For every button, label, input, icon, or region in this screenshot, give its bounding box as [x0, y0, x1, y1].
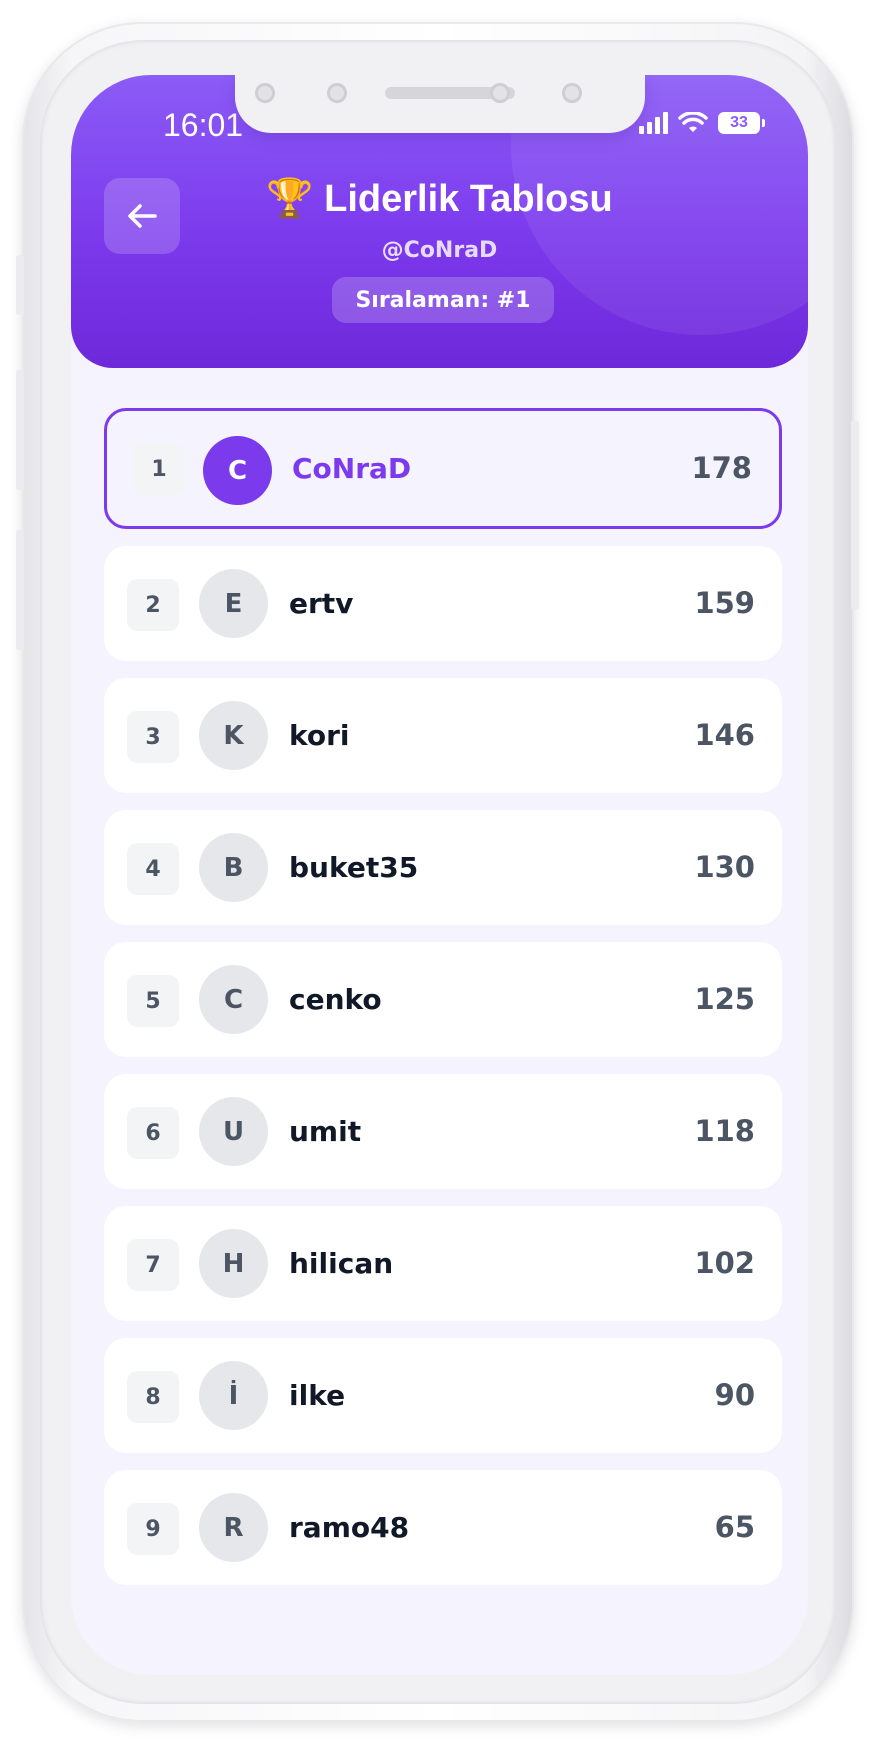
score: 178 [691, 451, 752, 485]
leaderboard-row-current-user[interactable]: 1 C CoNraD 178 [104, 408, 782, 529]
leaderboard-row[interactable]: 2 Eertv 159 [104, 546, 782, 661]
leaderboard-row[interactable]: 3 Kkori 146 [104, 678, 782, 793]
rank-number: 1 [133, 443, 185, 495]
rank-number: 3 [127, 711, 179, 763]
sensor-dot [255, 83, 275, 103]
leaderboard-row[interactable]: 7 Hhilican 102 [104, 1206, 782, 1321]
score: 65 [714, 1510, 755, 1544]
app-screen: 16:01 33 🏆 Liderlik Tablosu @CoNraD Sıra… [71, 75, 808, 1675]
device-notch [235, 75, 645, 133]
trophy-icon: 🏆 [266, 178, 314, 220]
leaderboard-row[interactable]: 5 Ccenko 125 [104, 942, 782, 1057]
score: 118 [694, 1114, 755, 1148]
status-time: 16:01 [163, 107, 244, 143]
my-rank-badge: Sıralaman: #1 [332, 277, 554, 323]
sensor-dot [327, 83, 347, 103]
wifi-icon [678, 112, 708, 132]
sensor-dot [562, 83, 582, 103]
username: kori [289, 719, 350, 752]
score: 102 [694, 1246, 755, 1280]
username: umit [289, 1115, 362, 1148]
username: ramo48 [289, 1511, 410, 1544]
rank-number: 5 [127, 975, 179, 1027]
score: 90 [714, 1378, 755, 1412]
rank-number: 4 [127, 843, 179, 895]
side-button-power [851, 420, 859, 610]
avatar: U [199, 1097, 268, 1166]
leaderboard-row[interactable]: 8 İilke 90 [104, 1338, 782, 1453]
rank-number: 8 [127, 1371, 179, 1423]
battery-icon: 33 [718, 112, 765, 134]
avatar: C [199, 965, 268, 1034]
rank-number: 9 [127, 1503, 179, 1555]
leaderboard-header: 16:01 33 🏆 Liderlik Tablosu @CoNraD Sıra… [71, 75, 808, 368]
leaderboard-row[interactable]: 9 Rramo48 65 [104, 1470, 782, 1585]
page-title: 🏆 Liderlik Tablosu [71, 177, 808, 221]
avatar: B [199, 833, 268, 902]
username: cenko [289, 983, 382, 1016]
avatar: K [199, 701, 268, 770]
score: 130 [694, 850, 755, 884]
front-camera [490, 83, 510, 103]
score: 159 [694, 586, 755, 620]
status-icons: 33 [639, 112, 765, 134]
rank-number: 7 [127, 1239, 179, 1291]
username: CoNraD [292, 452, 412, 485]
leaderboard-list: 1 C CoNraD 178 2 Eertv 159 3 Kkori 146 4 Bbuket35 13… [104, 408, 782, 1602]
username: buket35 [289, 851, 419, 884]
rank-number: 6 [127, 1107, 179, 1159]
rank-number: 2 [127, 579, 179, 631]
avatar: H [199, 1229, 268, 1298]
side-button-volume-up [16, 370, 24, 490]
side-button-volume-down [16, 530, 24, 650]
username: ilke [289, 1379, 346, 1412]
cellular-signal-icon [639, 112, 668, 134]
leaderboard-row[interactable]: 6 Uumit 118 [104, 1074, 782, 1189]
avatar: İ [199, 1361, 268, 1430]
avatar: C [203, 436, 272, 505]
leaderboard-row[interactable]: 4 Bbuket35 130 [104, 810, 782, 925]
avatar: R [199, 1493, 268, 1562]
score: 125 [694, 982, 755, 1016]
current-username: @CoNraD [381, 238, 498, 263]
avatar: E [199, 569, 268, 638]
score: 146 [694, 718, 755, 752]
page-title-text: Liderlik Tablosu [324, 178, 613, 220]
side-button-mute [16, 255, 24, 315]
username: ertv [289, 587, 354, 620]
username: hilican [289, 1247, 394, 1280]
